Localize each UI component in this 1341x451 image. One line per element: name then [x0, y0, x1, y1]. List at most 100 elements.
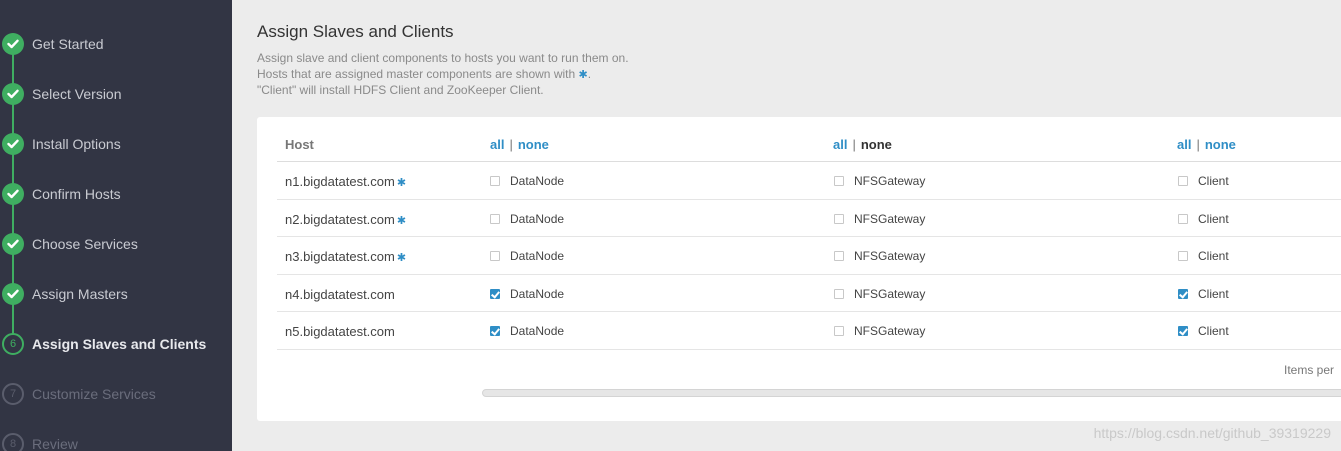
host-name-cell: n5.bigdatatest.com [285, 324, 395, 339]
client-label[interactable]: Client [1198, 324, 1229, 338]
client-checkbox-cell: Client [1178, 324, 1229, 338]
nfsgateway-label[interactable]: NFSGateway [854, 249, 925, 263]
datanode-checkbox[interactable] [490, 251, 500, 261]
nfs-select-group: all | none [833, 137, 892, 152]
client-label[interactable]: Client [1198, 249, 1229, 263]
host-name: n3.bigdatatest.com [285, 249, 395, 264]
client-checkbox[interactable] [1178, 213, 1188, 224]
host-column-header: Host [285, 137, 314, 152]
assignment-card: Host all | none all | none all | none n1.bigda… [257, 117, 1341, 421]
horizontal-scrollbar[interactable] [482, 389, 1341, 397]
nfsgateway-checkbox[interactable] [834, 288, 844, 299]
master-component-icon: ✱ [578, 69, 588, 81]
step-label: Assign Slaves and Clients [32, 336, 207, 352]
client-select-all[interactable]: all [1177, 137, 1191, 152]
datanode-checkbox-cell: DataNode [490, 249, 564, 263]
separator: | [1196, 137, 1200, 152]
nfsgateway-label[interactable]: NFSGateway [854, 174, 925, 188]
page-description-2: Hosts that are assigned master component… [257, 67, 591, 81]
table-row: n1.bigdatatest.com ✱ DataNode NFSGateway Cli… [277, 162, 1341, 200]
nfsgateway-checkbox[interactable] [834, 251, 844, 261]
watermark: https://blog.csdn.net/github_39319229 [1093, 425, 1331, 441]
description-text: Hosts that are assigned master component… [257, 67, 576, 81]
datanode-select-none[interactable]: none [518, 137, 549, 152]
datanode-select-group: all | none [490, 137, 549, 152]
nfsgateway-label[interactable]: NFSGateway [854, 287, 925, 301]
nfs-select-none[interactable]: none [861, 137, 892, 152]
step-label: Choose Services [32, 236, 138, 252]
nfsgateway-checkbox[interactable] [834, 176, 844, 186]
client-label[interactable]: Client [1198, 174, 1229, 188]
step-number-icon: 7 [2, 383, 24, 405]
step-label: Customize Services [32, 386, 156, 402]
table-header: Host all | none all | none all | none [277, 125, 1341, 162]
client-checkbox-cell: Client [1178, 212, 1229, 226]
datanode-checkbox-cell: DataNode [490, 174, 564, 188]
datanode-label[interactable]: DataNode [510, 324, 564, 338]
host-name: n1.bigdatatest.com [285, 174, 395, 189]
datanode-checkbox[interactable] [490, 176, 500, 186]
client-checkbox[interactable] [1178, 288, 1188, 299]
check-icon [2, 233, 24, 255]
nfsgateway-checkbox-cell: NFSGateway [834, 324, 925, 338]
master-component-icon: ✱ [396, 177, 407, 189]
step-number-icon: 8 [2, 433, 24, 451]
master-component-icon: ✱ [396, 214, 407, 227]
client-checkbox[interactable] [1178, 176, 1188, 186]
datanode-label[interactable]: DataNode [510, 287, 564, 301]
nfsgateway-checkbox-cell: NFSGateway [834, 287, 925, 301]
nfs-select-all[interactable]: all [833, 137, 847, 152]
check-icon [2, 133, 24, 155]
check-icon [2, 183, 24, 205]
step-label: Select Version [32, 86, 122, 102]
master-component-icon: ✱ [396, 252, 407, 264]
table-row: n2.bigdatatest.com ✱ DataNode NFSGateway Cli… [277, 200, 1341, 237]
main-content: Assign Slaves and Clients Assign slave a… [232, 0, 1341, 451]
page-description-3: "Client" will install HDFS Client and Zo… [257, 83, 544, 97]
host-name: n5.bigdatatest.com [285, 324, 395, 339]
description-period: . [587, 67, 592, 81]
host-name: n2.bigdatatest.com [285, 211, 395, 227]
nfsgateway-checkbox-cell: NFSGateway [834, 174, 925, 188]
client-select-none[interactable]: none [1205, 137, 1236, 152]
client-checkbox-cell: Client [1178, 174, 1229, 188]
nfsgateway-label[interactable]: NFSGateway [854, 212, 925, 226]
nfsgateway-checkbox[interactable] [834, 213, 844, 224]
client-checkbox[interactable] [1178, 251, 1188, 261]
datanode-checkbox[interactable] [490, 326, 500, 336]
table-row: n4.bigdatatest.com DataNode NFSGateway Clie… [277, 275, 1341, 312]
host-name-cell: n1.bigdatatest.com ✱ [285, 174, 406, 189]
datanode-select-all[interactable]: all [490, 137, 504, 152]
step-label: Confirm Hosts [32, 186, 121, 202]
host-name-cell: n3.bigdatatest.com ✱ [285, 249, 406, 264]
page-description-1: Assign slave and client components to ho… [257, 51, 629, 65]
client-checkbox-cell: Client [1178, 249, 1229, 263]
step-label: Get Started [32, 36, 104, 52]
datanode-label[interactable]: DataNode [510, 174, 564, 188]
datanode-checkbox[interactable] [490, 213, 500, 224]
client-checkbox-cell: Client [1178, 287, 1229, 301]
step-label: Review [32, 436, 78, 451]
check-icon [2, 83, 24, 105]
check-icon [2, 33, 24, 55]
client-label[interactable]: Client [1198, 212, 1229, 226]
table-row: n3.bigdatatest.com ✱ DataNode NFSGateway Cli… [277, 237, 1341, 275]
nfsgateway-checkbox-cell: NFSGateway [834, 249, 925, 263]
nfsgateway-checkbox-cell: NFSGateway [834, 212, 925, 226]
host-name-cell: n2.bigdatatest.com ✱ [285, 212, 406, 227]
datanode-checkbox-cell: DataNode [490, 287, 564, 301]
page-title: Assign Slaves and Clients [257, 22, 454, 41]
datanode-checkbox[interactable] [490, 288, 500, 299]
nfsgateway-checkbox[interactable] [834, 326, 844, 336]
step-label: Assign Masters [32, 286, 128, 302]
client-checkbox[interactable] [1178, 326, 1188, 336]
table-row: n5.bigdatatest.com DataNode NFSGateway Clie… [277, 312, 1341, 350]
step-number-icon: 6 [2, 333, 24, 355]
datanode-label[interactable]: DataNode [510, 212, 564, 226]
check-icon [2, 283, 24, 305]
separator: | [852, 137, 856, 152]
datanode-label[interactable]: DataNode [510, 249, 564, 263]
step-label: Install Options [32, 136, 121, 152]
nfsgateway-label[interactable]: NFSGateway [854, 324, 925, 338]
client-label[interactable]: Client [1198, 287, 1229, 301]
